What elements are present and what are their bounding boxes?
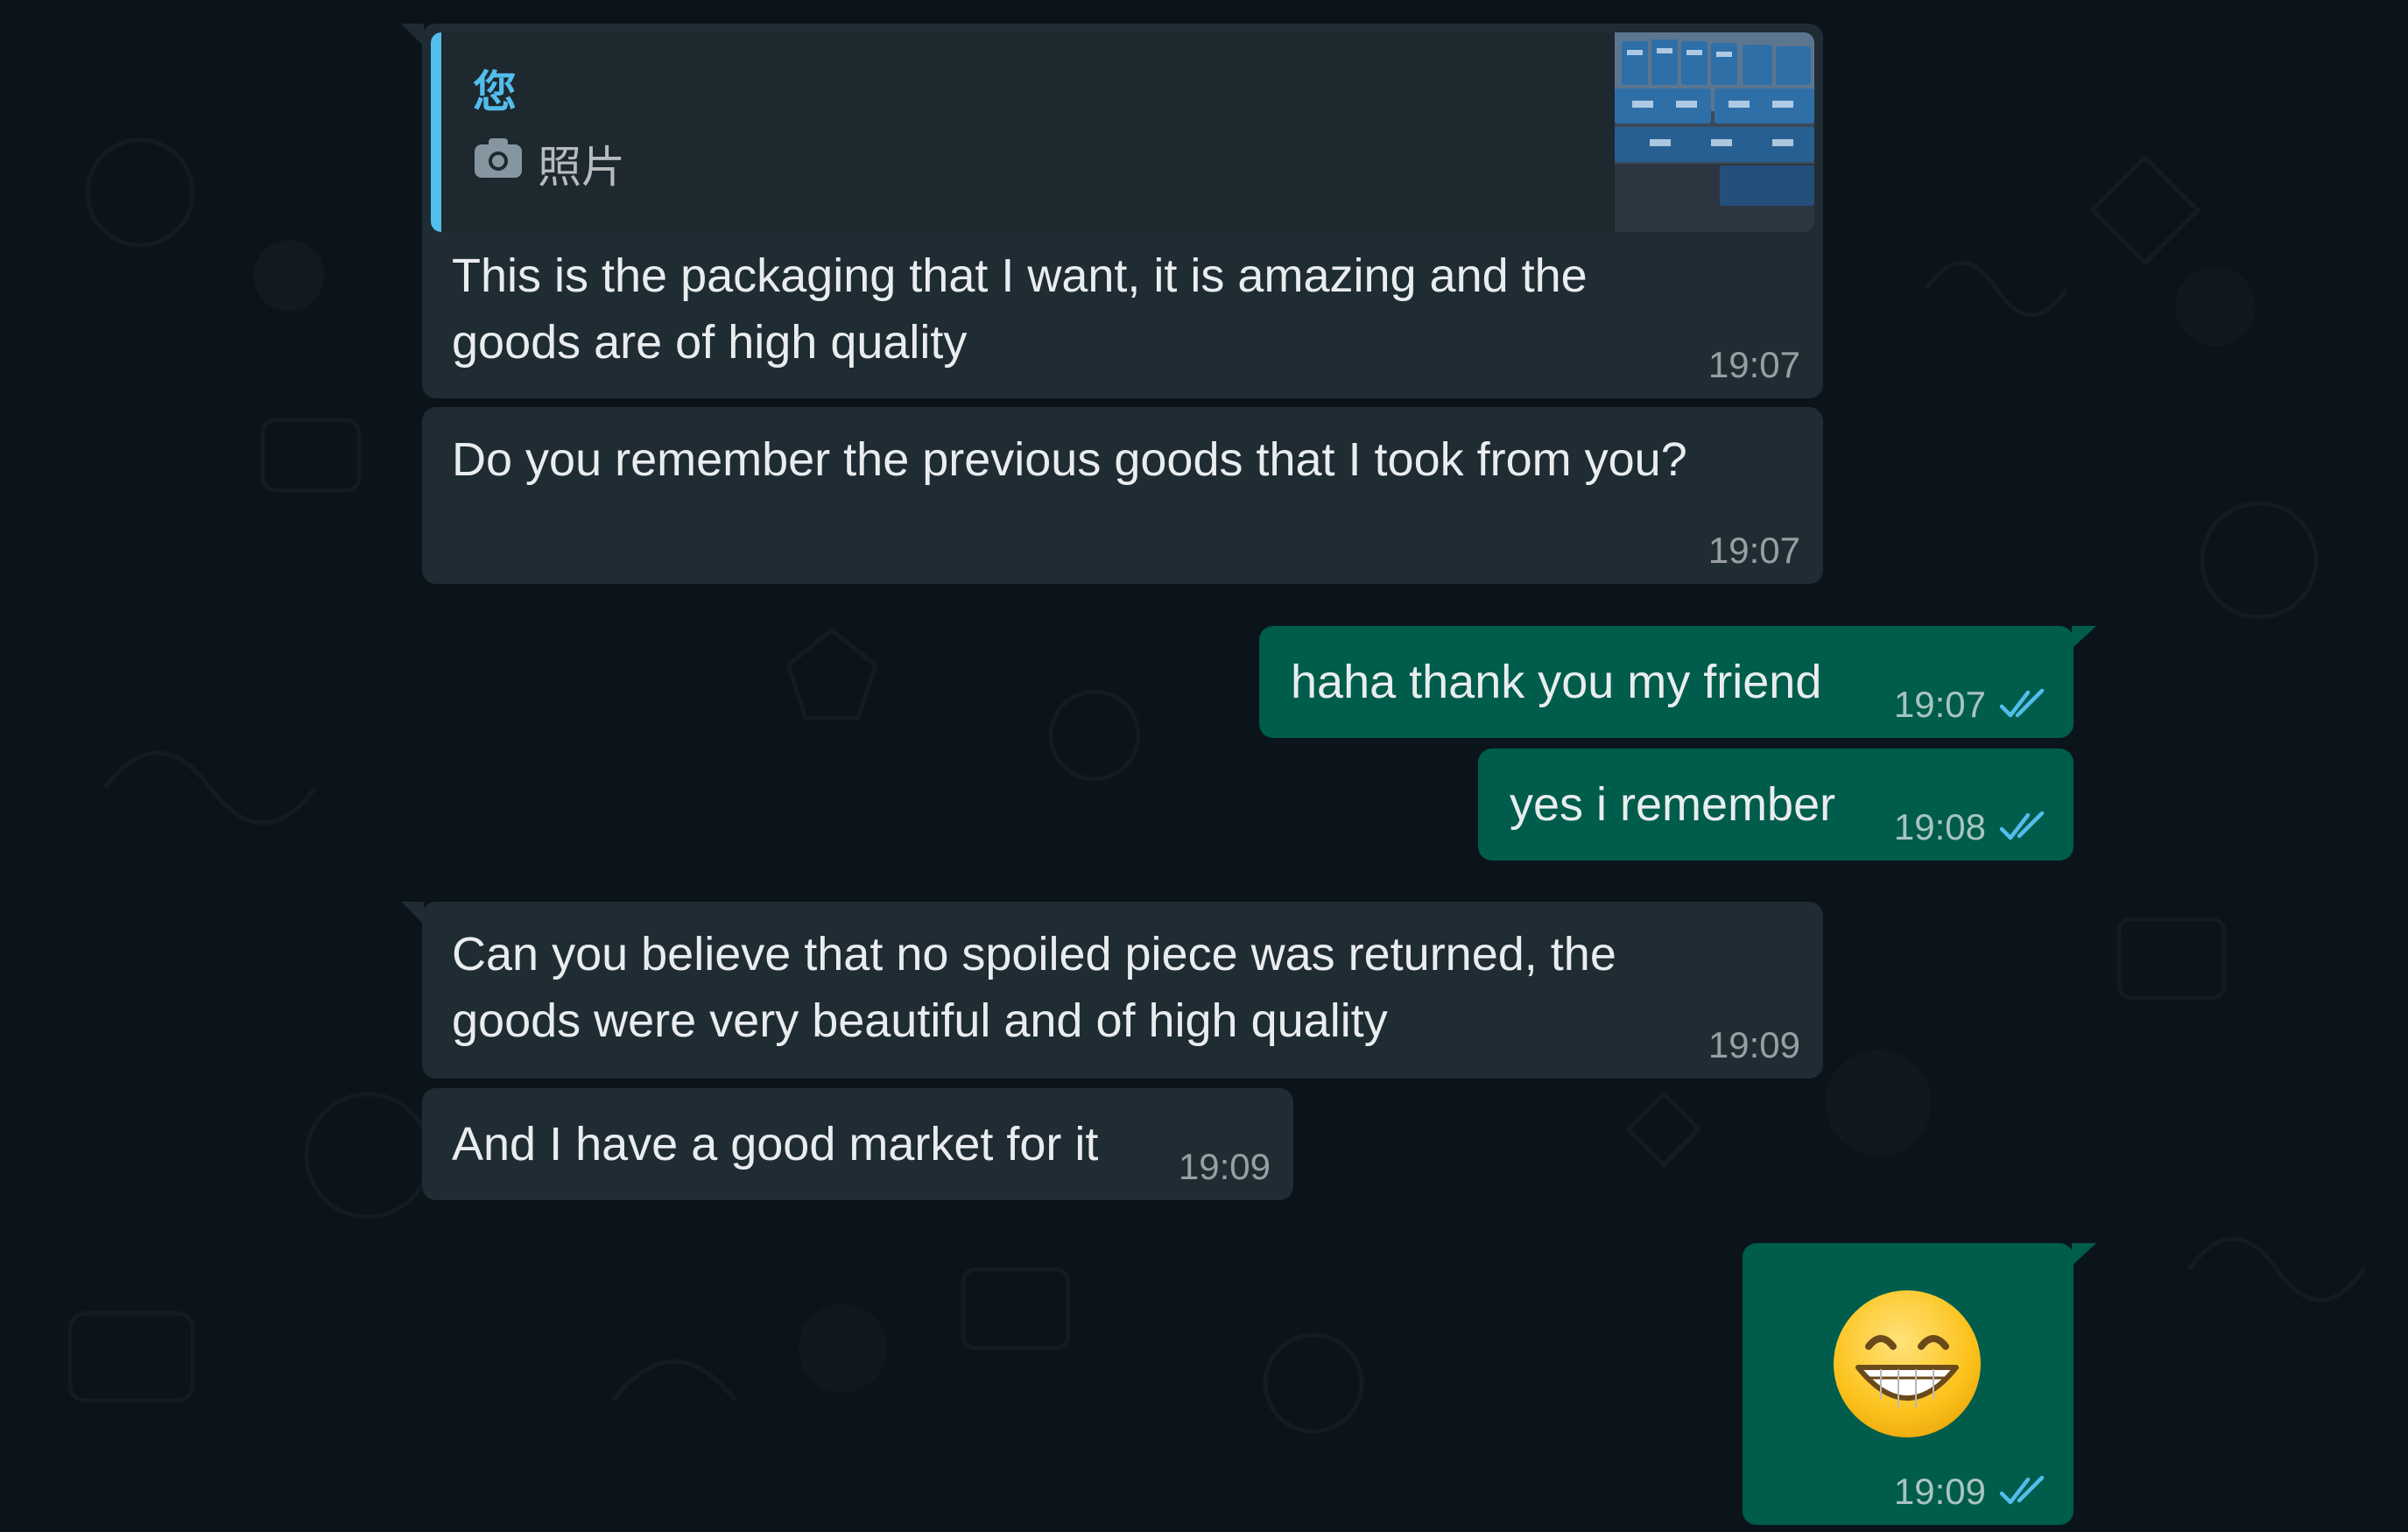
camera-icon <box>475 138 522 178</box>
message-bubble-outgoing[interactable]: haha thank you my friend 19:07 <box>1259 626 2096 738</box>
message-line: And I have a good market for it <box>452 1118 1099 1170</box>
message-text: And I have a good market for it <box>452 1111 1098 1177</box>
message-text: This is the packaging that I want, it is… <box>452 242 1588 376</box>
read-double-check-icon <box>1999 688 2045 718</box>
message-bubble-incoming[interactable]: And I have a good market for it 19:09 <box>422 1088 1293 1200</box>
quoted-message[interactable]: 您 照片 <box>431 32 1814 232</box>
message-meta: 19:09 <box>1894 1471 2051 1513</box>
read-double-check-icon <box>1999 811 2045 840</box>
message-time: 19:07 <box>1707 344 1800 385</box>
quote-media-label: 照片 <box>538 143 625 192</box>
message-time: 19:08 <box>1893 806 1986 847</box>
message-text: yes i remember <box>1510 771 1835 838</box>
message-bubble-incoming[interactable]: Do you remember the previous goods that … <box>422 407 1823 584</box>
message-meta: 19:09 <box>1179 1146 1271 1188</box>
message-bubble-incoming[interactable]: 您 照片 This is the packaging that I want, … <box>401 24 1823 398</box>
message-line: goods are of high quality <box>452 316 968 369</box>
bubble-tail <box>2072 626 2096 649</box>
message-time: 19:07 <box>1893 684 1986 725</box>
message-meta: 19:07 <box>1708 530 1800 572</box>
message-time: 19:09 <box>1893 1471 1986 1512</box>
quoted-photo-thumbnail[interactable] <box>1615 32 1814 232</box>
message-time: 19:07 <box>1707 530 1800 571</box>
message-meta: 19:09 <box>1708 1024 1800 1066</box>
bubble-tail <box>401 24 424 46</box>
bubble-tail <box>2072 1243 2096 1266</box>
message-bubble-outgoing[interactable]: 19:09 <box>1743 1243 2096 1525</box>
message-time: 19:09 <box>1707 1024 1800 1065</box>
quote-author: 您 <box>473 67 517 116</box>
message-line: goods were very beautiful and of high qu… <box>452 994 1388 1047</box>
message-line: Can you believe that no spoiled piece wa… <box>452 928 1616 980</box>
message-time: 19:09 <box>1178 1146 1271 1187</box>
grinning-face-with-smiling-eyes-emoji <box>1834 1290 1981 1437</box>
message-bubble-incoming[interactable]: Can you believe that no spoiled piece wa… <box>401 902 1823 1079</box>
message-meta: 19:07 <box>1708 344 1800 386</box>
message-text: Do you remember the previous goods that … <box>452 426 1687 493</box>
message-line: Do you remember the previous goods that … <box>452 433 1687 486</box>
message-line: This is the packaging that I want, it is… <box>452 249 1588 302</box>
message-bubble-outgoing[interactable]: yes i remember 19:08 <box>1478 748 2074 861</box>
read-double-check-icon <box>1999 1475 2045 1505</box>
message-text: Can you believe that no spoiled piece wa… <box>452 921 1616 1054</box>
message-meta: 19:07 <box>1894 684 2051 726</box>
quote-accent-bar <box>431 32 441 232</box>
message-line: haha thank you my friend <box>1291 656 1822 708</box>
message-line: yes i remember <box>1510 778 1836 831</box>
bubble-tail <box>401 902 424 924</box>
message-text: haha thank you my friend <box>1291 649 1821 715</box>
message-meta: 19:08 <box>1894 806 2051 848</box>
chat-background: 您 照片 This is the packaging that I want, … <box>0 0 2408 1532</box>
